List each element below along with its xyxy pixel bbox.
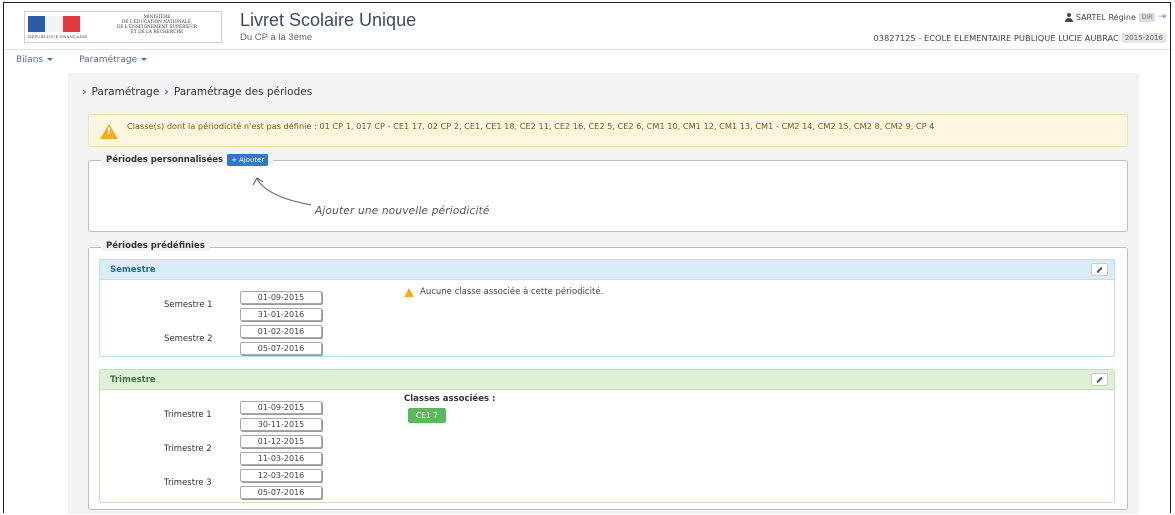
trimestre-panel: Trimestre Trimestre 1 01-09-2015 30-11-2… <box>99 369 1115 503</box>
app-subtitle: Du CP à la 3ème <box>240 32 313 43</box>
trimestre-1-end[interactable]: 30-11-2015 <box>240 418 322 431</box>
app-title: Livret Scolaire Unique <box>240 10 417 30</box>
semestre-1-start[interactable]: 01-09-2015 <box>240 291 322 304</box>
semestre-2-end[interactable]: 05-07-2016 <box>240 342 322 355</box>
ministry-logo: RÉPUBLIQUE FRANÇAISE Ministère de l'Éduc… <box>24 11 222 43</box>
marianne-flag-icon <box>28 16 80 32</box>
custom-periods-title: Périodes personnalisées <box>106 155 224 165</box>
main-nav: Bilans Paramétrage <box>4 51 1170 68</box>
warning-icon <box>100 124 118 139</box>
predefined-periods-title: Périodes prédéfinies <box>106 241 205 251</box>
semestre-1-end[interactable]: 31-01-2016 <box>240 308 322 321</box>
hint-arrow-icon <box>252 177 312 206</box>
edit-semestre-button[interactable] <box>1091 263 1108 276</box>
breadcrumb-periodes: Paramétrage des périodes <box>173 85 313 98</box>
user-role-badge: DIR <box>1138 12 1156 22</box>
school-name: 0382712S - ECOLE ELEMENTAIRE PUBLIQUE LU… <box>873 33 1119 43</box>
school-info: 0382712S - ECOLE ELEMENTAIRE PUBLIQUE LU… <box>873 33 1166 43</box>
trimestre-2-end[interactable]: 11-03-2016 <box>240 452 322 465</box>
user-info: SARTEL Régine DIR ⇥ <box>1064 12 1166 22</box>
warning-icon <box>404 287 414 297</box>
custom-periods-fieldset: Périodes personnalisées + Ajouter Ajoute… <box>88 154 1128 232</box>
nav-parametrage[interactable]: Paramétrage <box>79 51 148 68</box>
trimestre-2-start[interactable]: 01-12-2015 <box>240 435 322 448</box>
breadcrumb-chevron-icon: › <box>82 85 87 98</box>
breadcrumb-chevron-icon: › <box>164 85 169 98</box>
nav-bilans[interactable]: Bilans <box>16 51 54 68</box>
nav-bilans-label: Bilans <box>16 54 44 65</box>
no-class-warning-text: Aucune classe associée à cette périodici… <box>420 287 604 297</box>
pencil-icon <box>1096 376 1103 383</box>
trimestre-title: Trimestre <box>110 374 156 385</box>
semestre-panel-header: Semestre <box>100 260 1114 280</box>
undefined-classes-alert: Classe(s) dont la périodicité n'est pas … <box>88 114 1128 147</box>
trimestre-1-label: Trimestre 1 <box>164 410 212 420</box>
add-period-hint: Ajouter une nouvelle périodicité <box>315 205 490 217</box>
add-period-label: Ajouter <box>238 156 265 164</box>
nav-parametrage-label: Paramétrage <box>79 54 138 65</box>
user-name[interactable]: SARTEL Régine <box>1076 13 1136 22</box>
ministry-name: Ministère de l'Éducation nationale, de l… <box>95 15 219 35</box>
header: RÉPUBLIQUE FRANÇAISE Ministère de l'Éduc… <box>4 3 1170 50</box>
semestre-2-label: Semestre 2 <box>164 334 213 344</box>
trimestre-2-label: Trimestre 2 <box>164 444 212 454</box>
breadcrumb-parametrage[interactable]: Paramétrage <box>92 86 160 98</box>
associated-classes-label: Classes associées : <box>404 394 496 404</box>
main-content: › Paramétrage › Paramétrage des périodes… <box>68 73 1139 514</box>
plus-icon: + <box>231 156 237 164</box>
predefined-periods-legend: Périodes prédéfinies <box>101 241 210 251</box>
breadcrumb: › Paramétrage › Paramétrage des périodes <box>82 85 312 98</box>
chevron-down-icon <box>47 58 54 61</box>
edit-trimestre-button[interactable] <box>1091 373 1108 386</box>
semestre-2-start[interactable]: 01-02-2016 <box>240 325 322 338</box>
app-window: RÉPUBLIQUE FRANÇAISE Ministère de l'Éduc… <box>3 2 1171 514</box>
semestre-panel: Semestre Semestre 1 01-09-2015 31-01-201… <box>99 259 1115 357</box>
class-badge[interactable]: CE1 7 <box>408 408 446 423</box>
add-period-button[interactable]: + Ajouter <box>227 154 269 166</box>
trimestre-panel-header: Trimestre <box>100 370 1114 390</box>
school-year-badge: 2015-2016 <box>1121 33 1166 43</box>
semestre-title: Semestre <box>110 264 156 275</box>
chevron-down-icon <box>141 58 148 61</box>
trimestre-3-end[interactable]: 05-07-2016 <box>240 486 322 499</box>
logout-icon[interactable]: ⇥ <box>1158 12 1166 22</box>
alert-text: Classe(s) dont la périodicité n'est pas … <box>127 121 935 131</box>
semestre-1-label: Semestre 1 <box>164 300 213 310</box>
predefined-periods-fieldset: Périodes prédéfinies Semestre Semestre 1… <box>88 241 1128 510</box>
trimestre-3-label: Trimestre 3 <box>164 478 212 488</box>
user-icon <box>1064 12 1073 22</box>
pencil-icon <box>1096 266 1103 273</box>
ministry-line: et de la Recherche <box>130 30 184 35</box>
trimestre-1-start[interactable]: 01-09-2015 <box>240 401 322 414</box>
custom-periods-legend: Périodes personnalisées + Ajouter <box>101 154 274 166</box>
republique-text: RÉPUBLIQUE FRANÇAISE <box>28 34 88 39</box>
no-class-warning: Aucune classe associée à cette périodici… <box>404 287 603 297</box>
trimestre-3-start[interactable]: 12-03-2016 <box>240 469 322 482</box>
